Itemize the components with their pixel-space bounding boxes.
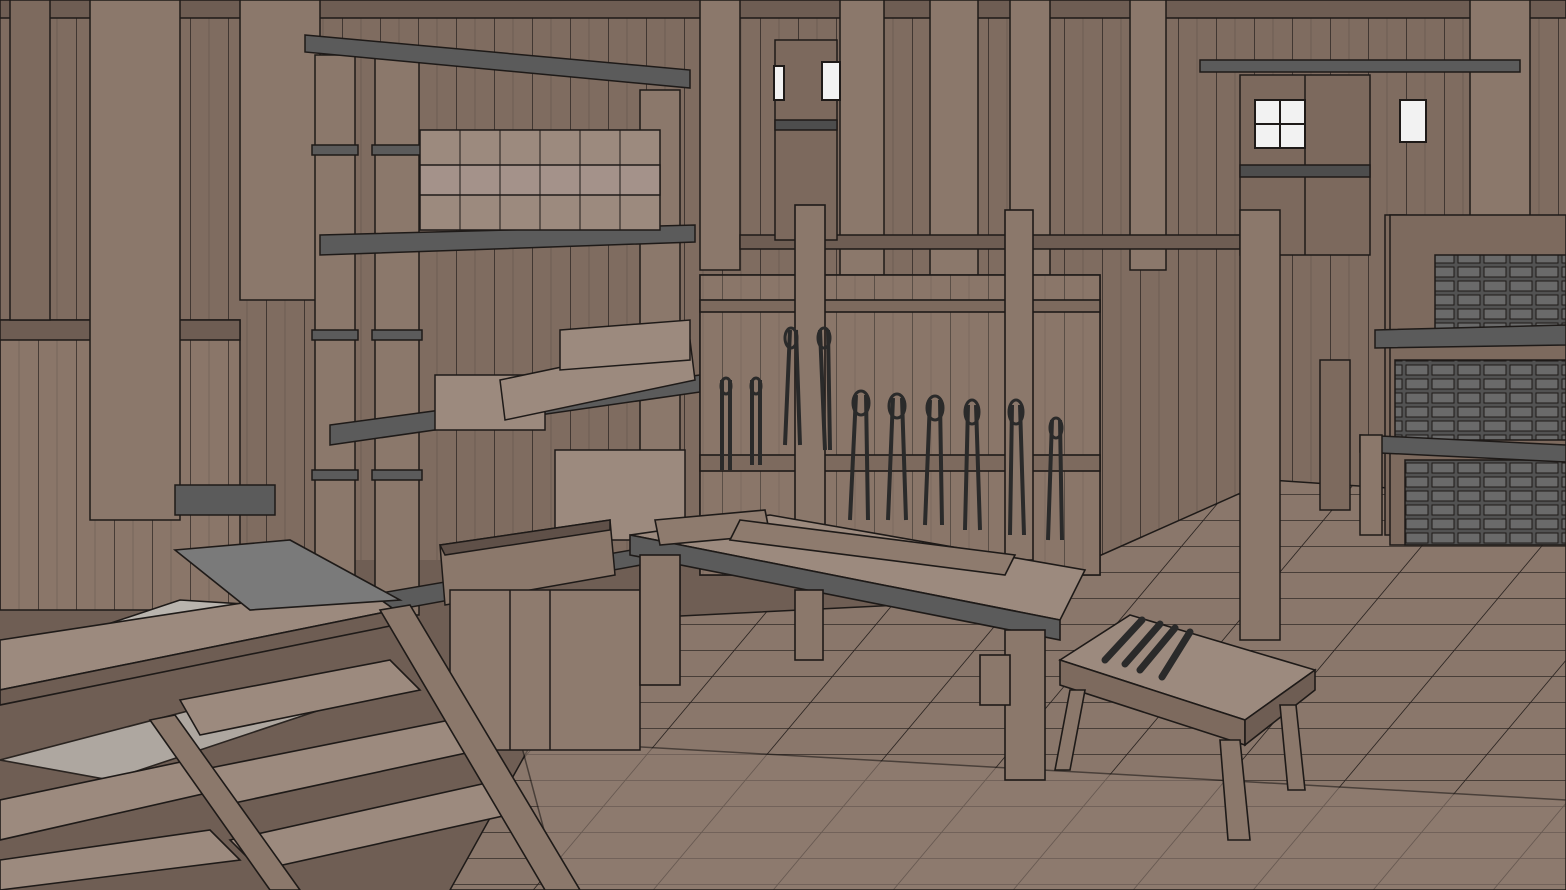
workshop-scene	[0, 0, 1566, 890]
ingot-shelf	[1359, 214, 1566, 546]
